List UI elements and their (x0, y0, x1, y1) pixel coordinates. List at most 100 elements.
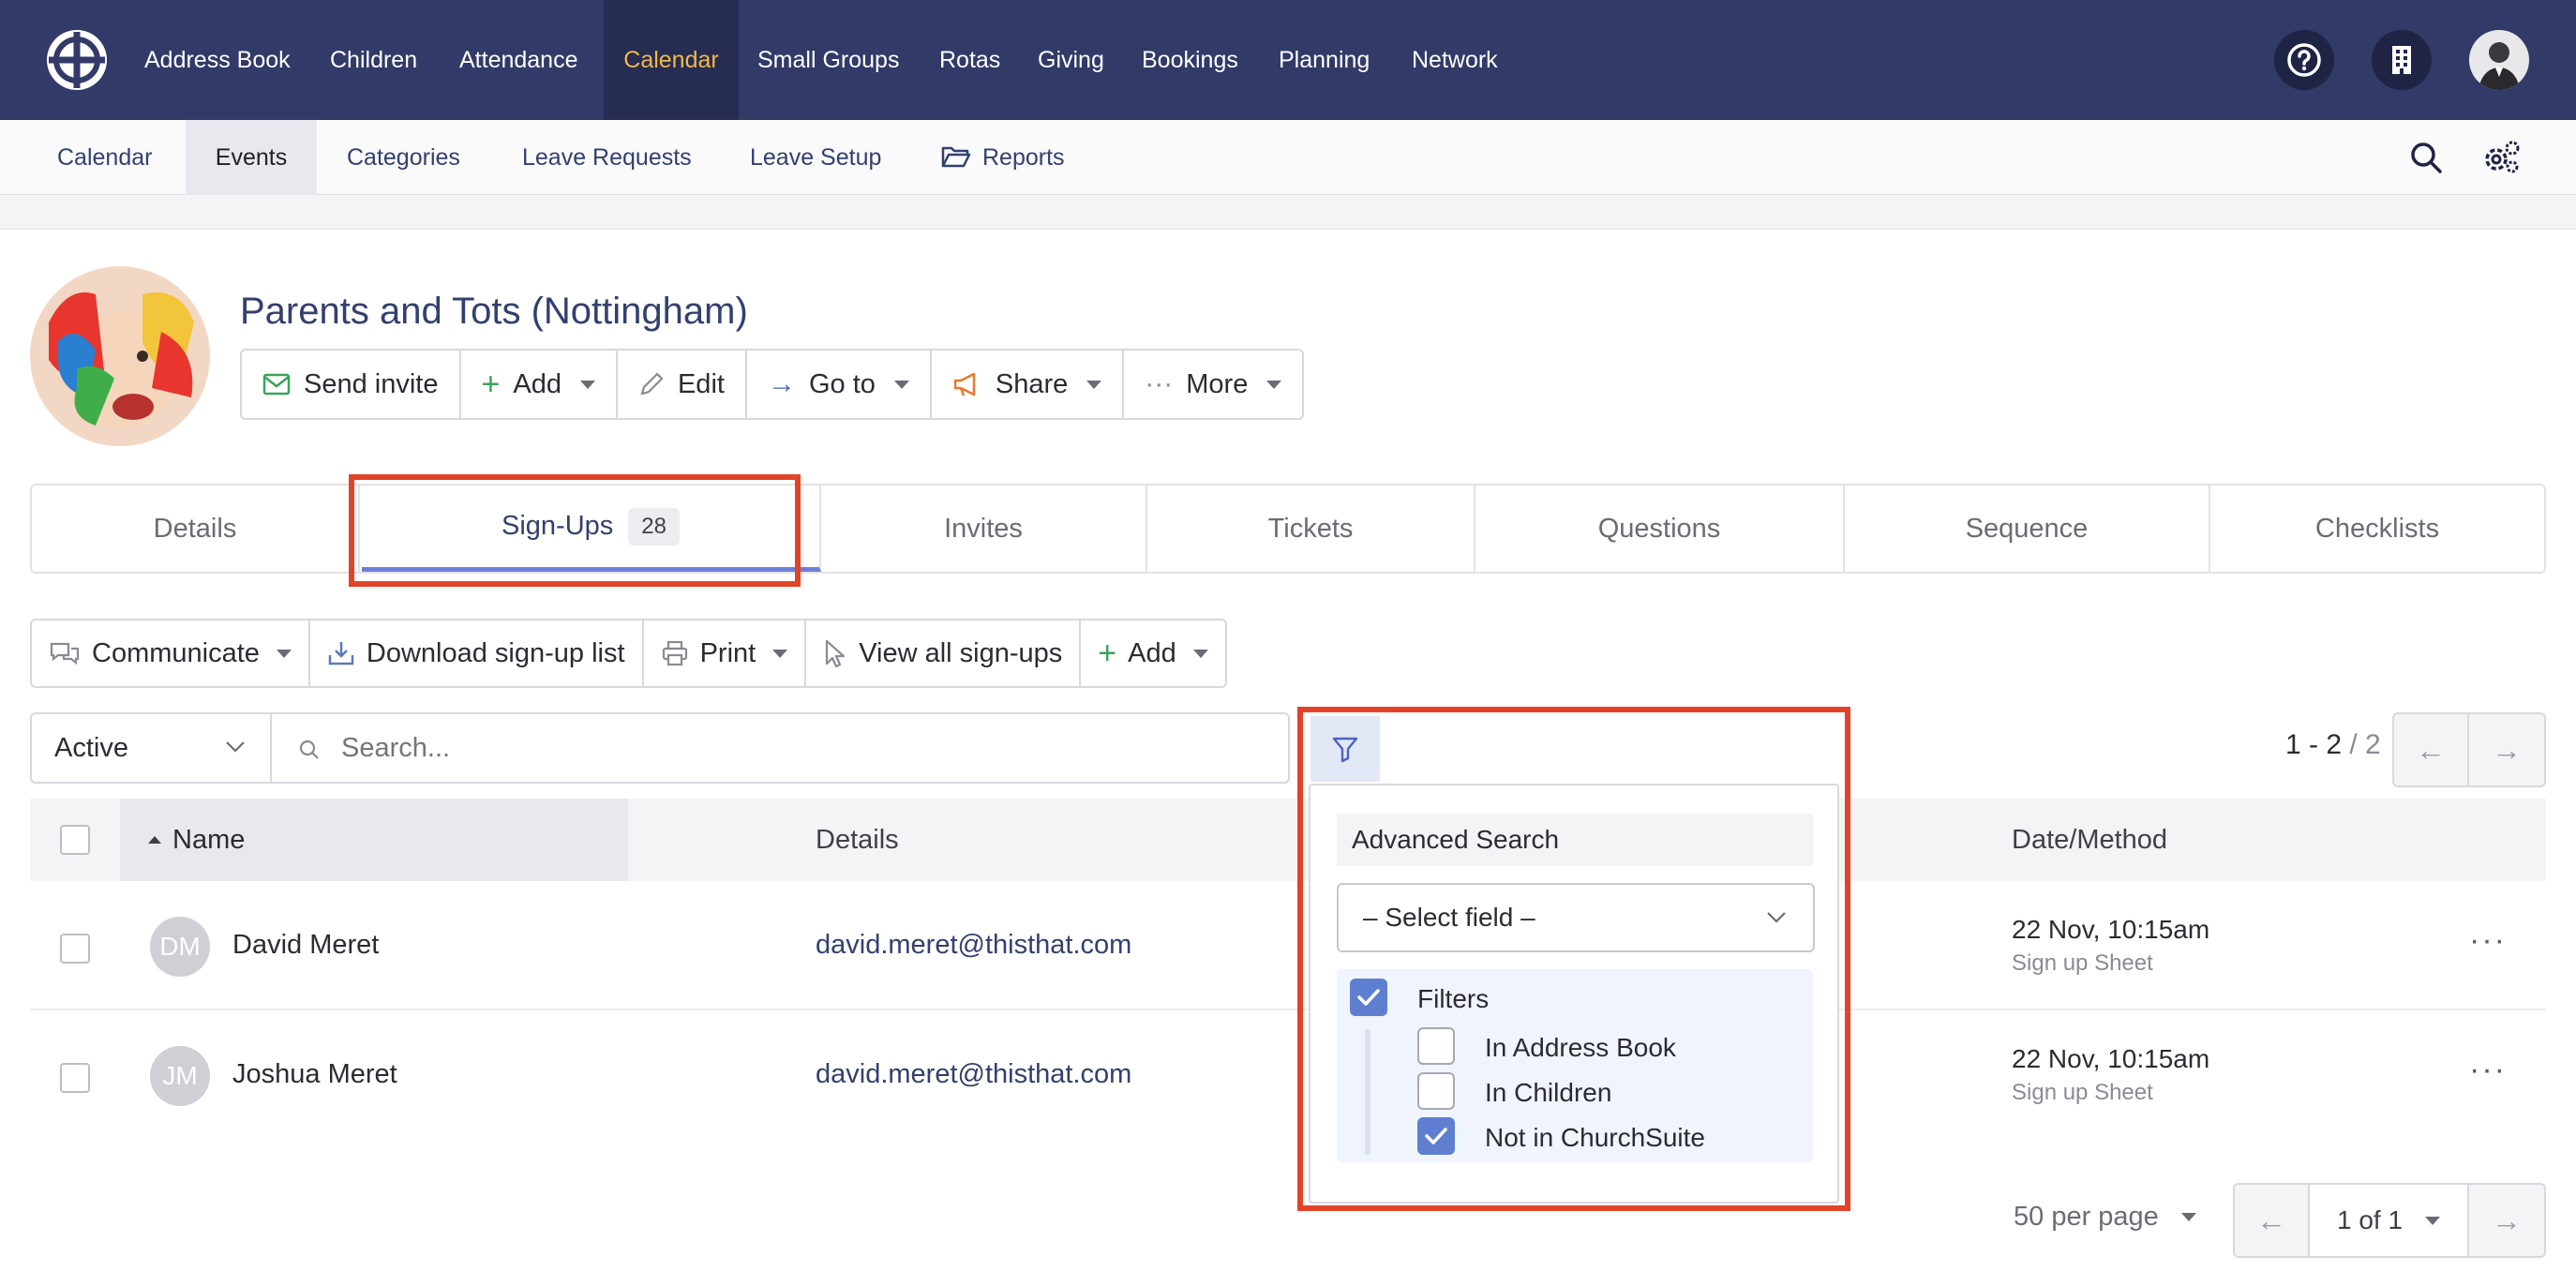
nav-bookings[interactable]: Bookings (1142, 0, 1238, 120)
more-dropdown-button[interactable]: ··· More (1124, 351, 1302, 418)
tab-checklists[interactable]: Checklists (2210, 486, 2544, 572)
row-actions-ellipsis-icon[interactable]: ··· (2469, 922, 2507, 959)
row-1-checkbox[interactable] (60, 934, 90, 964)
add-dropdown-button[interactable]: + Add (461, 351, 618, 418)
help-button[interactable] (2274, 30, 2334, 90)
share-label: Share (995, 368, 1069, 399)
more-label: More (1186, 368, 1249, 399)
avatar: JM (150, 1046, 210, 1106)
sign-up-email[interactable]: david.meret@thisthat.com (816, 930, 1131, 961)
page-select-value: 1 of 1 (2336, 1205, 2404, 1234)
sign-up-date: 22 Nov, 10:15am (2012, 1044, 2210, 1073)
event-image (30, 266, 210, 446)
sign-up-name[interactable]: David Meret (232, 930, 379, 961)
communicate-dropdown-button[interactable]: Communicate (32, 621, 310, 686)
sort-ascending-icon (148, 836, 161, 844)
nav-children[interactable]: Children (330, 0, 417, 120)
prev-page-icon[interactable]: ← (2394, 714, 2469, 785)
nav-attendance[interactable]: Attendance (459, 0, 578, 120)
go-to-dropdown-button[interactable]: → Go to (747, 351, 932, 418)
add-label: Add (513, 368, 562, 399)
select-all-checkbox[interactable] (60, 825, 90, 855)
churchsuite-logo-icon[interactable] (45, 28, 109, 92)
row-divider (30, 1009, 2546, 1010)
subnav-leave-setup[interactable]: Leave Setup (750, 120, 881, 195)
view-all-label: View all sign-ups (859, 637, 1063, 668)
details-column-header: Details (816, 825, 899, 855)
tab-tickets[interactable]: Tickets (1147, 486, 1475, 572)
send-invite-button[interactable]: Send invite (242, 351, 461, 418)
chevron-down-icon (1192, 649, 1208, 658)
subnav-leave-requests[interactable]: Leave Requests (522, 120, 692, 195)
edit-button[interactable]: Edit (618, 351, 747, 418)
name-header-label: Name (172, 824, 246, 855)
send-invite-label: Send invite (304, 368, 439, 399)
status-select-value: Active (54, 732, 128, 763)
share-dropdown-button[interactable]: Share (932, 351, 1125, 418)
print-label: Print (699, 637, 756, 668)
folder-icon (941, 144, 971, 173)
chevron-down-icon (772, 649, 788, 658)
subnav-reports[interactable]: Reports (982, 120, 1065, 195)
sign-up-date: 22 Nov, 10:15am (2012, 915, 2210, 944)
chevron-down-icon (579, 380, 595, 389)
sign-up-method: Sign up Sheet (2012, 1080, 2153, 1105)
row-actions-ellipsis-icon[interactable]: ··· (2469, 1052, 2507, 1088)
highlight-box-sign-ups (349, 474, 801, 587)
top-pager: ← → (2392, 712, 2546, 787)
results-range: 1 - 2 / 2 (2285, 729, 2381, 761)
pencil-icon (640, 372, 664, 396)
subnav-calendar[interactable]: Calendar (57, 120, 152, 195)
page-select[interactable]: 1 of 1 (2310, 1185, 2469, 1256)
envelope-icon (262, 373, 291, 396)
nav-rotas[interactable]: Rotas (939, 0, 1000, 120)
name-column-header[interactable]: Name (120, 799, 628, 881)
nav-giving[interactable]: Giving (1038, 0, 1104, 120)
event-title: Parents and Tots (Nottingham) (240, 291, 748, 332)
prev-page-icon[interactable]: ← (2235, 1185, 2310, 1256)
subnav-categories[interactable]: Categories (347, 120, 460, 195)
tab-invites[interactable]: Invites (821, 486, 1147, 572)
next-page-icon[interactable]: → (2469, 714, 2544, 785)
printer-icon (662, 640, 687, 666)
add-sign-up-dropdown-button[interactable]: + Add (1081, 621, 1224, 686)
sign-up-email[interactable]: david.meret@thisthat.com (816, 1059, 1131, 1090)
user-avatar[interactable] (2469, 30, 2529, 90)
tab-details[interactable]: Details (32, 486, 360, 572)
print-dropdown-button[interactable]: Print (644, 621, 807, 686)
organisation-button[interactable] (2372, 30, 2432, 90)
user-avatar-icon (2469, 30, 2529, 90)
nav-small-groups[interactable]: Small Groups (757, 0, 899, 120)
event-toolbar: Send invite + Add Edit → Go to Share ···… (240, 349, 1305, 420)
secondary-navigation-bar: Calendar Events Categories Leave Request… (0, 120, 2576, 195)
communicate-label: Communicate (92, 637, 260, 668)
search-icon[interactable] (2409, 141, 2443, 179)
download-sign-up-list-button[interactable]: Download sign-up list (310, 621, 644, 686)
table-header: Name Details Date/Method (30, 799, 2546, 881)
nav-planning[interactable]: Planning (1279, 0, 1370, 120)
search-filter-row: Active (30, 712, 1290, 784)
nav-calendar[interactable]: Calendar (604, 0, 739, 120)
chevron-down-icon (276, 649, 292, 658)
settings-gear-icon[interactable] (2482, 139, 2522, 181)
status-select[interactable]: Active (32, 714, 272, 782)
next-page-icon[interactable]: → (2469, 1185, 2544, 1256)
row-2-checkbox[interactable] (60, 1063, 90, 1093)
cursor-pointer-icon (826, 639, 846, 667)
arrow-right-icon: → (767, 368, 796, 399)
tab-questions[interactable]: Questions (1475, 486, 1845, 572)
edit-label: Edit (677, 368, 725, 399)
tab-sequence[interactable]: Sequence (1845, 486, 2210, 572)
search-input[interactable] (341, 724, 1260, 772)
nav-address-book[interactable]: Address Book (144, 0, 291, 120)
chat-bubbles-icon (50, 642, 80, 665)
date-method-column-header: Date/Method (2012, 825, 2168, 855)
per-page-select[interactable]: 50 per page (2014, 1202, 2196, 1233)
view-all-sign-ups-button[interactable]: View all sign-ups (806, 621, 1082, 686)
sign-up-name[interactable]: Joshua Meret (232, 1059, 397, 1090)
download-label: Download sign-up list (366, 637, 625, 668)
nav-network[interactable]: Network (1412, 0, 1498, 120)
plus-icon: + (481, 366, 501, 402)
subnav-events[interactable]: Events (186, 120, 317, 195)
chevron-down-icon (893, 380, 909, 389)
